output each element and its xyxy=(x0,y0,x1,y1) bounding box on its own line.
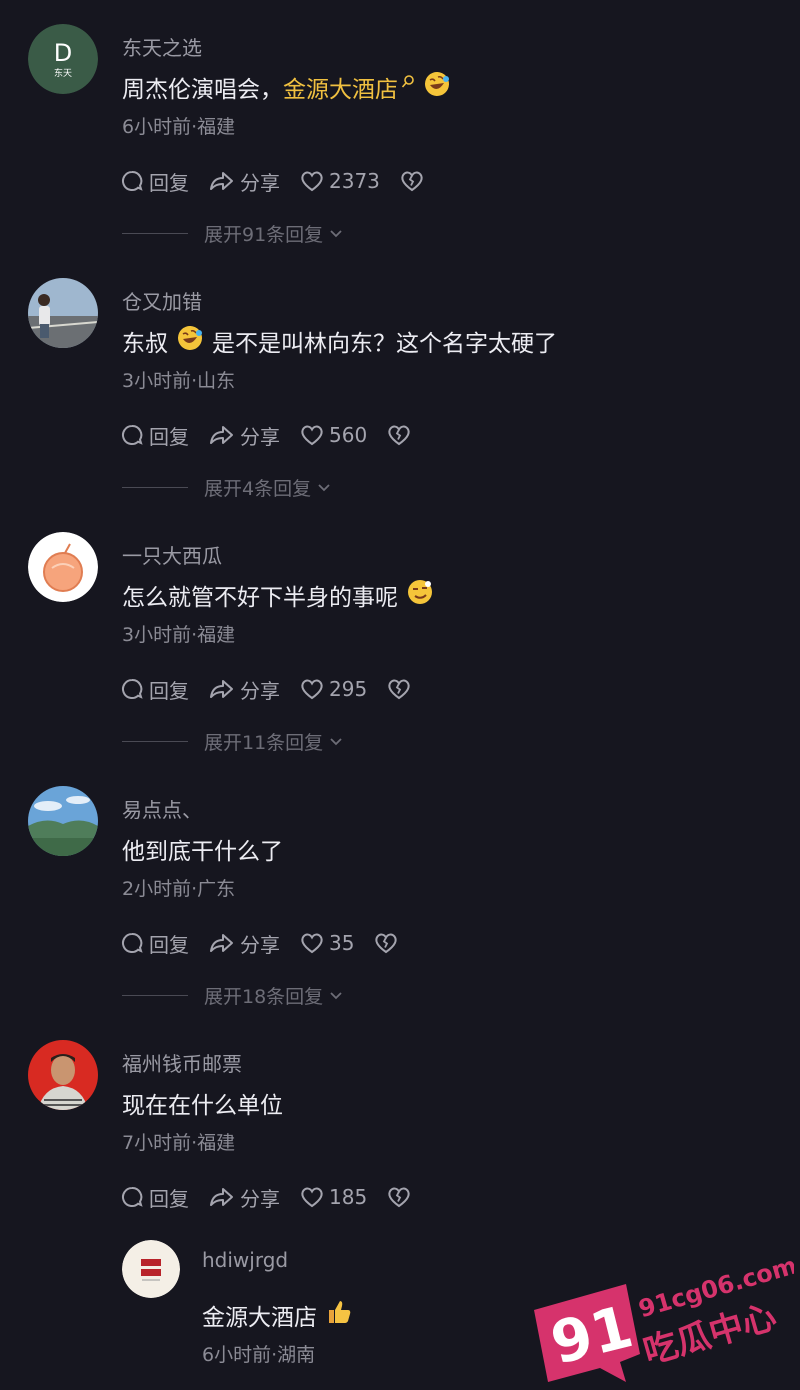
heart-icon xyxy=(301,1187,323,1208)
like-button[interactable]: 185 xyxy=(300,1185,367,1209)
avatar[interactable] xyxy=(122,1240,180,1298)
avatar[interactable] xyxy=(28,278,98,348)
reply-icon xyxy=(122,424,143,445)
comment-text: 东叔 是不是叫林向东？这个名字太硬了 xyxy=(122,324,557,358)
smirk-emoji xyxy=(406,578,434,612)
share-icon xyxy=(210,680,233,698)
reply-icon xyxy=(122,932,143,953)
avatar[interactable] xyxy=(28,786,98,856)
broken-heart-icon xyxy=(375,933,398,954)
dislike-button[interactable] xyxy=(374,932,403,954)
reply-meta: 6小时前·湖南 xyxy=(202,1344,316,1366)
reply-icon xyxy=(122,170,143,191)
share-icon xyxy=(210,172,233,190)
comment-text: 怎么就管不好下半身的事呢 xyxy=(122,578,434,612)
search-link[interactable]: 金源大酒店 xyxy=(283,70,398,104)
dislike-button[interactable] xyxy=(387,1186,416,1208)
reply-button[interactable]: 回复 xyxy=(120,929,189,958)
share-button[interactable]: 分享 xyxy=(209,929,280,958)
like-button[interactable]: 35 xyxy=(300,931,354,955)
comment-meta: 6小时前·福建 xyxy=(122,116,236,138)
expand-replies[interactable]: 展开4条回复 xyxy=(122,474,331,501)
reply-icon xyxy=(122,1186,143,1207)
svg-text:东天: 东天 xyxy=(54,67,72,79)
reply-icon xyxy=(122,678,143,699)
dislike-button[interactable] xyxy=(400,170,429,192)
heart-icon xyxy=(301,171,323,192)
expand-replies[interactable]: 展开91条回复 xyxy=(122,220,343,247)
username[interactable]: 福州钱币邮票 xyxy=(122,1048,242,1077)
reply-button[interactable]: 回复 xyxy=(120,167,189,196)
comment-text-start: 周杰伦演唱会， xyxy=(122,77,283,103)
like-button[interactable]: 295 xyxy=(300,677,367,701)
share-button[interactable]: 分享 xyxy=(209,167,280,196)
dislike-button[interactable] xyxy=(387,424,416,446)
heart-icon xyxy=(301,679,323,700)
share-icon xyxy=(210,426,233,444)
broken-heart-icon xyxy=(401,171,423,192)
comment-text: 现在在什么单位 xyxy=(122,1093,283,1119)
avatar[interactable] xyxy=(28,1040,98,1110)
divider xyxy=(122,233,188,234)
like-button[interactable]: 560 xyxy=(300,423,367,447)
comment-meta: 7小时前·福建 xyxy=(122,1132,236,1154)
watermark-logo: 91 91cg06.com 吃瓜中心 xyxy=(534,1251,794,1382)
chevron-down-icon xyxy=(330,737,342,745)
chevron-down-icon xyxy=(318,483,330,491)
heart-icon xyxy=(301,425,323,446)
comment-meta: 3小时前·福建 xyxy=(122,624,236,646)
heart-icon xyxy=(301,933,323,954)
username[interactable]: 易点点、 xyxy=(122,794,202,823)
comment-text: 他到底干什么了 xyxy=(122,839,283,865)
broken-heart-icon xyxy=(388,1187,410,1208)
comment-text: 周杰伦演唱会， 金源大酒店 xyxy=(122,70,451,104)
share-button[interactable]: 分享 xyxy=(209,675,280,704)
divider xyxy=(122,741,188,742)
comment-actions: 回复 分享 560 xyxy=(120,420,436,450)
chevron-down-icon xyxy=(330,991,342,999)
divider xyxy=(122,487,188,488)
comment-actions: 回复 分享 295 xyxy=(120,674,436,704)
reply-button[interactable]: 回复 xyxy=(120,421,189,450)
username[interactable]: hdiwjrgd xyxy=(202,1248,288,1272)
expand-replies[interactable]: 展开18条回复 xyxy=(122,982,343,1009)
rofl-emoji xyxy=(176,324,204,358)
share-button[interactable]: 分享 xyxy=(209,1183,280,1212)
comment-meta: 3小时前·山东 xyxy=(122,370,236,392)
comment-actions: 回复 分享 185 xyxy=(120,1182,436,1212)
reply-button[interactable]: 回复 xyxy=(120,675,189,704)
thumbs-up-emoji xyxy=(325,1298,353,1332)
like-count: 560 xyxy=(329,423,368,447)
svg-text:D: D xyxy=(54,39,72,67)
share-icon xyxy=(210,1188,233,1206)
comment-actions: 回复 分享 2373 xyxy=(120,166,449,196)
rofl-emoji xyxy=(423,70,451,104)
dislike-button[interactable] xyxy=(387,678,416,700)
like-count: 2373 xyxy=(329,169,380,193)
avatar[interactable] xyxy=(28,532,98,602)
broken-heart-icon xyxy=(388,679,410,700)
like-count: 295 xyxy=(329,677,368,701)
broken-heart-icon xyxy=(388,425,410,446)
username[interactable]: 仓又加错 xyxy=(122,286,202,315)
share-icon xyxy=(210,934,233,952)
chevron-down-icon xyxy=(330,229,342,237)
like-button[interactable]: 2373 xyxy=(300,169,380,193)
divider xyxy=(122,995,188,996)
reply-button[interactable]: 回复 xyxy=(120,1183,189,1212)
share-button[interactable]: 分享 xyxy=(209,421,280,450)
like-count: 185 xyxy=(329,1185,368,1209)
comment-meta: 2小时前·广东 xyxy=(122,878,236,900)
username[interactable]: 东天之选 xyxy=(122,32,202,61)
avatar[interactable]: D 东天 xyxy=(28,24,98,94)
comment-actions: 回复 分享 35 xyxy=(120,928,423,958)
like-count: 35 xyxy=(329,931,355,955)
reply-text: 金源大酒店 xyxy=(202,1298,353,1332)
expand-replies[interactable]: 展开11条回复 xyxy=(122,728,343,755)
search-icon[interactable] xyxy=(401,74,415,90)
username[interactable]: 一只大西瓜 xyxy=(122,540,222,569)
